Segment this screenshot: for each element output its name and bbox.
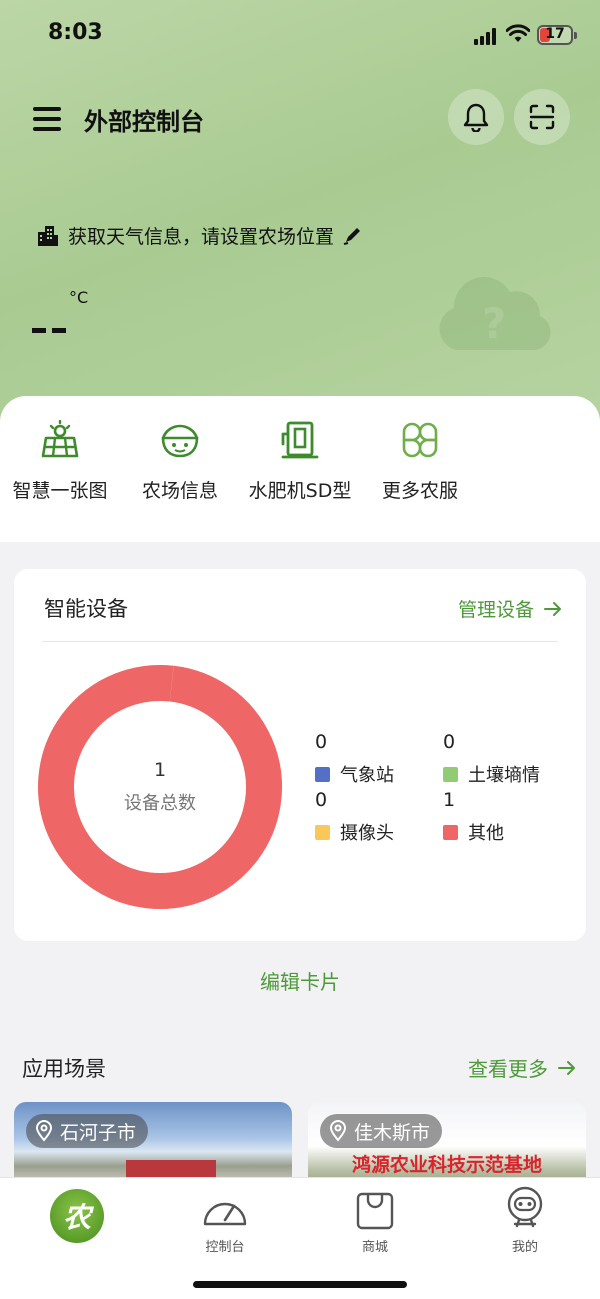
- legend-count: 0: [315, 789, 328, 811]
- tab-home[interactable]: 农: [50, 1189, 104, 1243]
- battery-icon: 17: [537, 25, 577, 45]
- scan-button[interactable]: [514, 89, 570, 145]
- legend-swatch: [315, 766, 330, 782]
- service-smart-map[interactable]: 智慧一张图: [0, 418, 120, 503]
- legend-name: 其他: [468, 823, 504, 844]
- scene-location: 石河子市: [60, 1121, 137, 1144]
- smart-map-icon: [41, 420, 79, 458]
- service-fertigation[interactable]: 水肥机SD型: [240, 418, 360, 503]
- status-time: 8:03: [48, 20, 103, 45]
- tab-store[interactable]: 商城: [325, 1186, 425, 1255]
- service-more[interactable]: 更多农服: [360, 418, 480, 503]
- building-icon: [38, 225, 58, 246]
- manage-devices-link[interactable]: 管理设备: [458, 595, 562, 622]
- edit-cards-button[interactable]: 编辑卡片: [0, 966, 600, 995]
- divider: [42, 641, 558, 642]
- service-farm-info[interactable]: 农场信息: [120, 418, 240, 503]
- legend-name: 气象站: [340, 765, 394, 786]
- scene-location-chip: 佳木斯市: [320, 1114, 443, 1148]
- scenes-section-title: 应用场景: [22, 1057, 106, 1081]
- location-pin-icon: [329, 1120, 347, 1142]
- card-title: 智能设备: [44, 597, 128, 621]
- legend-soil-moisture: 0 土壤墒情: [443, 731, 540, 787]
- more-services-icon: [402, 422, 438, 458]
- legend-swatch: [315, 824, 330, 840]
- cellular-signal-icon: [474, 27, 500, 45]
- home-indicator: [193, 1281, 407, 1288]
- legend-name: 土壤墒情: [468, 765, 540, 786]
- legend-count: 0: [315, 731, 328, 753]
- svg-text:?: ?: [482, 299, 506, 348]
- view-more-link[interactable]: 查看更多: [468, 1053, 576, 1082]
- service-shortcuts: 智慧一张图 农场信息 水肥机SD型 更多农服: [0, 396, 600, 542]
- bell-icon: [463, 103, 489, 132]
- weather-message: 获取天气信息，请设置农场位置: [68, 226, 335, 248]
- service-label: 智慧一张图: [12, 480, 108, 502]
- legend-other: 1 其他: [443, 789, 504, 845]
- smart-devices-card: 智能设备 管理设备 1 设备总数 0 气象站 0 土壤墒情 0 摄像头 1 其他: [14, 569, 586, 941]
- page-title: 外部控制台: [84, 108, 204, 136]
- scene-card[interactable]: 石河子市: [14, 1102, 292, 1182]
- menu-button[interactable]: [33, 106, 63, 132]
- temperature-value: [32, 318, 72, 337]
- dashboard-gauge-icon: [203, 1202, 247, 1226]
- tab-profile[interactable]: 我的: [475, 1186, 575, 1255]
- device-donut-chart: [37, 665, 282, 909]
- weather-location-prompt[interactable]: 获取天气信息，请设置农场位置: [36, 222, 362, 249]
- arrow-right-icon: [544, 601, 561, 616]
- view-more-label: 查看更多: [468, 1057, 548, 1081]
- legend-camera: 0 摄像头: [315, 789, 394, 845]
- battery-level: 17: [545, 26, 565, 42]
- legend-count: 1: [443, 789, 456, 811]
- tab-console[interactable]: 控制台: [175, 1186, 275, 1255]
- scene-card[interactable]: 鸿源农业科技示范基地 佳木斯市: [308, 1102, 586, 1182]
- legend-swatch: [443, 766, 458, 782]
- notifications-button[interactable]: [448, 89, 504, 145]
- farm-info-icon: [161, 424, 199, 458]
- unknown-weather-icon: ?: [439, 276, 551, 350]
- temperature-unit: °C: [69, 288, 89, 307]
- arrow-right-icon: [558, 1060, 575, 1075]
- shopping-bag-icon: [356, 1192, 394, 1230]
- tab-label: 商城: [361, 1240, 388, 1255]
- legend-count: 0: [443, 731, 456, 753]
- scan-icon: [529, 104, 555, 130]
- manage-devices-label: 管理设备: [457, 599, 534, 621]
- donut-slice-3: [37, 665, 282, 909]
- device-total-value: 1: [153, 759, 167, 781]
- device-total-label: 设备总数: [124, 793, 196, 814]
- profile-robot-icon: [507, 1186, 543, 1228]
- legend-weather-station: 0 气象站: [315, 731, 394, 787]
- service-label: 更多农服: [381, 480, 458, 502]
- tab-label: 控制台: [205, 1240, 245, 1255]
- fertigation-icon: [281, 421, 319, 459]
- scene-banner-text: 鸿源农业科技示范基地: [351, 1154, 542, 1176]
- location-pin-icon: [35, 1120, 53, 1142]
- scene-location-chip: 石河子市: [26, 1114, 149, 1148]
- service-label: 水肥机SD型: [248, 480, 352, 502]
- legend-swatch: [443, 824, 458, 840]
- wifi-icon: [506, 24, 530, 42]
- edit-pen-icon[interactable]: [342, 226, 362, 246]
- scene-location: 佳木斯市: [354, 1121, 431, 1144]
- service-label: 农场信息: [141, 480, 218, 502]
- status-bar: 8:03 17: [0, 0, 600, 70]
- legend-name: 摄像头: [340, 823, 394, 844]
- tab-label: 我的: [511, 1240, 538, 1255]
